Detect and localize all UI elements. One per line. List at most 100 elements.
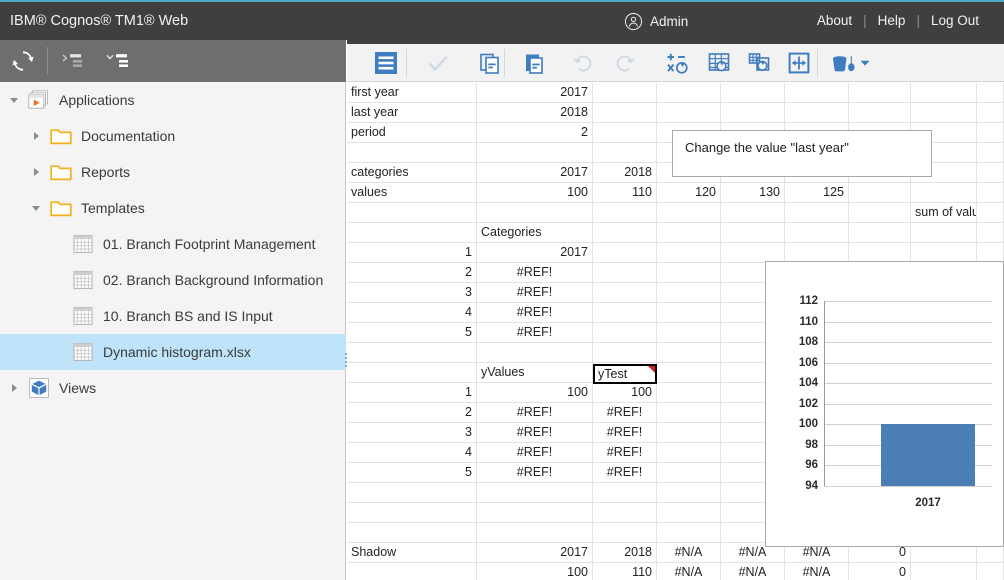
sheet-cell[interactable]: [657, 363, 721, 382]
sheet-cell[interactable]: #REF!: [477, 303, 593, 322]
sheet-cell[interactable]: [593, 223, 657, 242]
menu-button[interactable]: [363, 44, 409, 82]
sheet-cell[interactable]: [593, 123, 657, 142]
sheet-cell[interactable]: 100: [593, 383, 657, 402]
sheet-cell[interactable]: 1: [347, 383, 477, 402]
tree-item-5[interactable]: 02. Branch Background Information: [0, 262, 346, 298]
sheet-cell[interactable]: [347, 483, 477, 502]
sheet-cell[interactable]: [849, 83, 911, 102]
chevron-right-icon[interactable]: [28, 154, 44, 190]
chevron-down-icon[interactable]: [6, 82, 22, 118]
sheet-cell[interactable]: [657, 263, 721, 282]
sheet-cell[interactable]: [785, 243, 849, 262]
sheet-cell[interactable]: [849, 243, 911, 262]
sheet-cell[interactable]: [977, 203, 1004, 222]
sheet-cell[interactable]: #REF!: [593, 443, 657, 462]
chevron-right-icon[interactable]: [28, 118, 44, 154]
collapse-all-button[interactable]: [52, 40, 98, 82]
sheet-cell[interactable]: 100: [477, 383, 593, 402]
sheet-cell[interactable]: categories: [347, 163, 477, 182]
sheet-cell[interactable]: [347, 203, 477, 222]
sheet-cell[interactable]: [911, 223, 977, 242]
sheet-cell[interactable]: 2018: [477, 103, 593, 122]
sheet-cell[interactable]: 2: [347, 403, 477, 422]
sheet-cell[interactable]: 100: [477, 183, 593, 202]
sheet-cell[interactable]: #REF!: [593, 423, 657, 442]
sheet-cell[interactable]: [657, 283, 721, 302]
sheet-cell[interactable]: [593, 503, 657, 522]
sheet-cell[interactable]: [911, 183, 977, 202]
sheet-cell[interactable]: [657, 323, 721, 342]
sheet-cell[interactable]: period: [347, 123, 477, 142]
sheet-cell[interactable]: [657, 523, 721, 542]
sheet-cell[interactable]: yValues: [477, 363, 593, 382]
sheet-cell[interactable]: [347, 343, 477, 362]
sheet-cell[interactable]: [593, 103, 657, 122]
sheet-cell[interactable]: [977, 123, 1004, 142]
sheet-cell[interactable]: 5: [347, 463, 477, 482]
sheet-cell[interactable]: [657, 423, 721, 442]
sheet-cell[interactable]: [593, 83, 657, 102]
sheet-cell[interactable]: 4: [347, 303, 477, 322]
tree-item-1[interactable]: Documentation: [0, 118, 346, 154]
sheet-cell[interactable]: 1: [347, 243, 477, 262]
tree-item-8[interactable]: Views: [0, 370, 346, 406]
sheet-cell[interactable]: [657, 463, 721, 482]
sheet-cell[interactable]: [977, 103, 1004, 122]
sheet-cell[interactable]: [785, 223, 849, 242]
sheet-cell[interactable]: 125: [785, 183, 849, 202]
sheet-cell[interactable]: [721, 203, 785, 222]
sheet-cell[interactable]: first year: [347, 83, 477, 102]
sheet-cell[interactable]: [977, 243, 1004, 262]
sheet-cell[interactable]: 2017: [477, 163, 593, 182]
sheet-cell[interactable]: 2017: [477, 83, 593, 102]
sheet-cell[interactable]: last year: [347, 103, 477, 122]
sheet-cell[interactable]: [721, 223, 785, 242]
sheet-cell[interactable]: Categories: [477, 223, 593, 242]
sheet-cell[interactable]: 2: [347, 263, 477, 282]
sheet-cell[interactable]: [721, 243, 785, 262]
tree-item-4[interactable]: 01. Branch Footprint Management: [0, 226, 346, 262]
sheet-cell[interactable]: #REF!: [477, 463, 593, 482]
sheet-cell[interactable]: [849, 223, 911, 242]
sheet-cell[interactable]: [911, 83, 977, 102]
sheet-cell[interactable]: 2018: [593, 163, 657, 182]
sheet-cell[interactable]: Shadow: [347, 543, 477, 562]
sheet-cell[interactable]: [593, 203, 657, 222]
sheet-cell[interactable]: #REF!: [477, 283, 593, 302]
sheet-cell[interactable]: [593, 303, 657, 322]
about-link[interactable]: About: [806, 13, 863, 28]
sheet-cell[interactable]: values: [347, 183, 477, 202]
selected-cell[interactable]: yTest: [593, 364, 657, 384]
sheet-cell[interactable]: [477, 503, 593, 522]
sheet-cell[interactable]: [657, 503, 721, 522]
sheet-cell[interactable]: 3: [347, 423, 477, 442]
sheet-cell[interactable]: #REF!: [477, 443, 593, 462]
expand-all-button[interactable]: [96, 40, 142, 82]
chevron-down-icon[interactable]: [28, 190, 44, 226]
sheet-cell[interactable]: #N/A: [721, 563, 785, 580]
tree-item-3[interactable]: Templates: [0, 190, 346, 226]
sheet-cell[interactable]: [657, 483, 721, 502]
sandbox-button[interactable]: [827, 44, 873, 82]
sheet-cell[interactable]: #REF!: [477, 263, 593, 282]
sheet-cell[interactable]: [911, 103, 977, 122]
sheet-cell[interactable]: [721, 83, 785, 102]
spreadsheet-grid[interactable]: first year 2017 last year 2018 period 2 catego…: [347, 83, 1004, 580]
sheet-cell[interactable]: [977, 163, 1004, 182]
sheet-cell[interactable]: [593, 343, 657, 362]
sheet-cell[interactable]: #REF!: [593, 463, 657, 482]
sheet-cell[interactable]: [785, 203, 849, 222]
sheet-cell[interactable]: 110: [593, 563, 657, 580]
sheet-cell[interactable]: [977, 183, 1004, 202]
sheet-cell[interactable]: #REF!: [477, 403, 593, 422]
sheet-cell[interactable]: [477, 523, 593, 542]
recalculate-button[interactable]: [655, 44, 701, 82]
tree-item-0[interactable]: Applications: [0, 82, 346, 118]
sheet-cell[interactable]: [657, 383, 721, 402]
user-menu[interactable]: Admin: [624, 12, 688, 31]
sheet-cell[interactable]: [347, 503, 477, 522]
sheet-cell[interactable]: [911, 563, 977, 580]
sheet-cell[interactable]: 2017: [477, 243, 593, 262]
sheet-cell[interactable]: [977, 83, 1004, 102]
